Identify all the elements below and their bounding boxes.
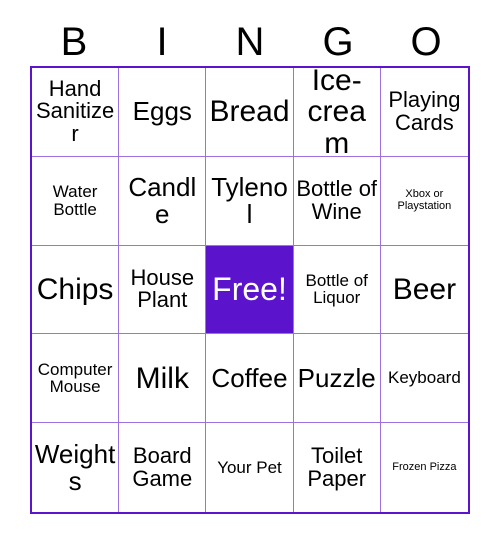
bingo-cell-hand-sanitizer[interactable]: Hand Sanitizer <box>32 68 120 157</box>
bingo-cell-coffee[interactable]: Coffee <box>206 334 294 424</box>
bingo-cell-label: Bread <box>209 95 290 129</box>
bingo-cell-your-pet[interactable]: Your Pet <box>206 423 294 512</box>
bingo-cell-label: Free! <box>212 270 287 307</box>
bingo-header-row: B I N G O <box>30 18 470 66</box>
bingo-cell-puzzle[interactable]: Puzzle <box>293 334 381 424</box>
bingo-cell-eggs[interactable]: Eggs <box>119 68 207 157</box>
bingo-card: B I N G O Hand Sanitizer Eggs Bread Ice-cre… <box>0 0 500 544</box>
bingo-cell-label: Coffee <box>211 362 288 393</box>
bingo-cell-board-game[interactable]: Board Game <box>119 423 207 512</box>
bingo-cell-chips[interactable]: Chips <box>32 245 120 335</box>
bingo-cell-house-plant[interactable]: House Plant <box>119 245 207 335</box>
bingo-cell-label: Tylenol <box>211 171 288 229</box>
bingo-cell-water-bottle[interactable]: Water Bottle <box>32 156 120 246</box>
bingo-cell-label: Weights <box>34 438 116 496</box>
bingo-cell-label: Eggs <box>132 96 192 127</box>
bingo-cell-label: Playing Cards <box>388 87 461 135</box>
bingo-cell-label: Bottle of Wine <box>296 175 378 224</box>
bingo-header-letter-i: I <box>156 20 168 64</box>
bingo-cell-label: Keyboard <box>388 368 461 388</box>
bingo-cell-label: Chips <box>36 272 114 306</box>
bingo-cell-label: Candle <box>128 171 197 229</box>
bingo-cell-label: Bottle of Liquor <box>305 270 368 308</box>
bingo-cell-weights[interactable]: Weights <box>32 423 120 512</box>
bingo-cell-label: Ice-cream <box>307 68 366 157</box>
bingo-cell-label: Computer Mouse <box>37 359 113 397</box>
bingo-cell-label: Your Pet <box>217 457 282 477</box>
bingo-cell-label: Milk <box>135 361 189 395</box>
bingo-cell-beer[interactable]: Beer <box>380 245 468 335</box>
bingo-cell-keyboard[interactable]: Keyboard <box>380 334 468 424</box>
bingo-cell-label: Water Bottle <box>52 182 98 219</box>
bingo-cell-free[interactable]: Free! <box>206 245 294 335</box>
bingo-cell-label: Xbox or Playstation <box>397 188 452 212</box>
bingo-cell-bread[interactable]: Bread <box>206 68 294 157</box>
bingo-cell-label: Toilet Paper <box>307 442 367 491</box>
bingo-cell-ice-cream[interactable]: Ice-cream <box>293 68 381 157</box>
bingo-cell-label: Beer <box>392 272 457 306</box>
bingo-cell-computer-mouse[interactable]: Computer Mouse <box>32 334 120 424</box>
bingo-header-letter-o: O <box>410 20 442 64</box>
bingo-cell-tylenol[interactable]: Tylenol <box>206 156 294 246</box>
bingo-cell-label: House Plant <box>130 264 195 313</box>
bingo-cell-label: Hand Sanitizer <box>35 75 115 147</box>
bingo-cell-frozen-pizza[interactable]: Frozen Pizza <box>380 423 468 512</box>
bingo-grid: Hand Sanitizer Eggs Bread Ice-cream Playing … <box>30 66 470 514</box>
bingo-cell-milk[interactable]: Milk <box>119 334 207 424</box>
bingo-cell-label: Puzzle <box>297 362 376 393</box>
bingo-cell-bottle-of-liquor[interactable]: Bottle of Liquor <box>293 245 381 335</box>
bingo-header-letter-n: N <box>235 20 265 64</box>
bingo-cell-label: Frozen Pizza <box>392 460 457 473</box>
bingo-cell-bottle-of-wine[interactable]: Bottle of Wine <box>293 156 381 246</box>
bingo-cell-xbox-or-playstation[interactable]: Xbox or Playstation <box>380 156 468 246</box>
bingo-cell-candle[interactable]: Candle <box>119 156 207 246</box>
bingo-header-letter-g: G <box>322 20 354 64</box>
bingo-cell-toilet-paper[interactable]: Toilet Paper <box>293 423 381 512</box>
bingo-header-letter-b: B <box>60 20 88 64</box>
bingo-cell-playing-cards[interactable]: Playing Cards <box>380 68 468 157</box>
bingo-cell-label: Board Game <box>132 442 193 491</box>
